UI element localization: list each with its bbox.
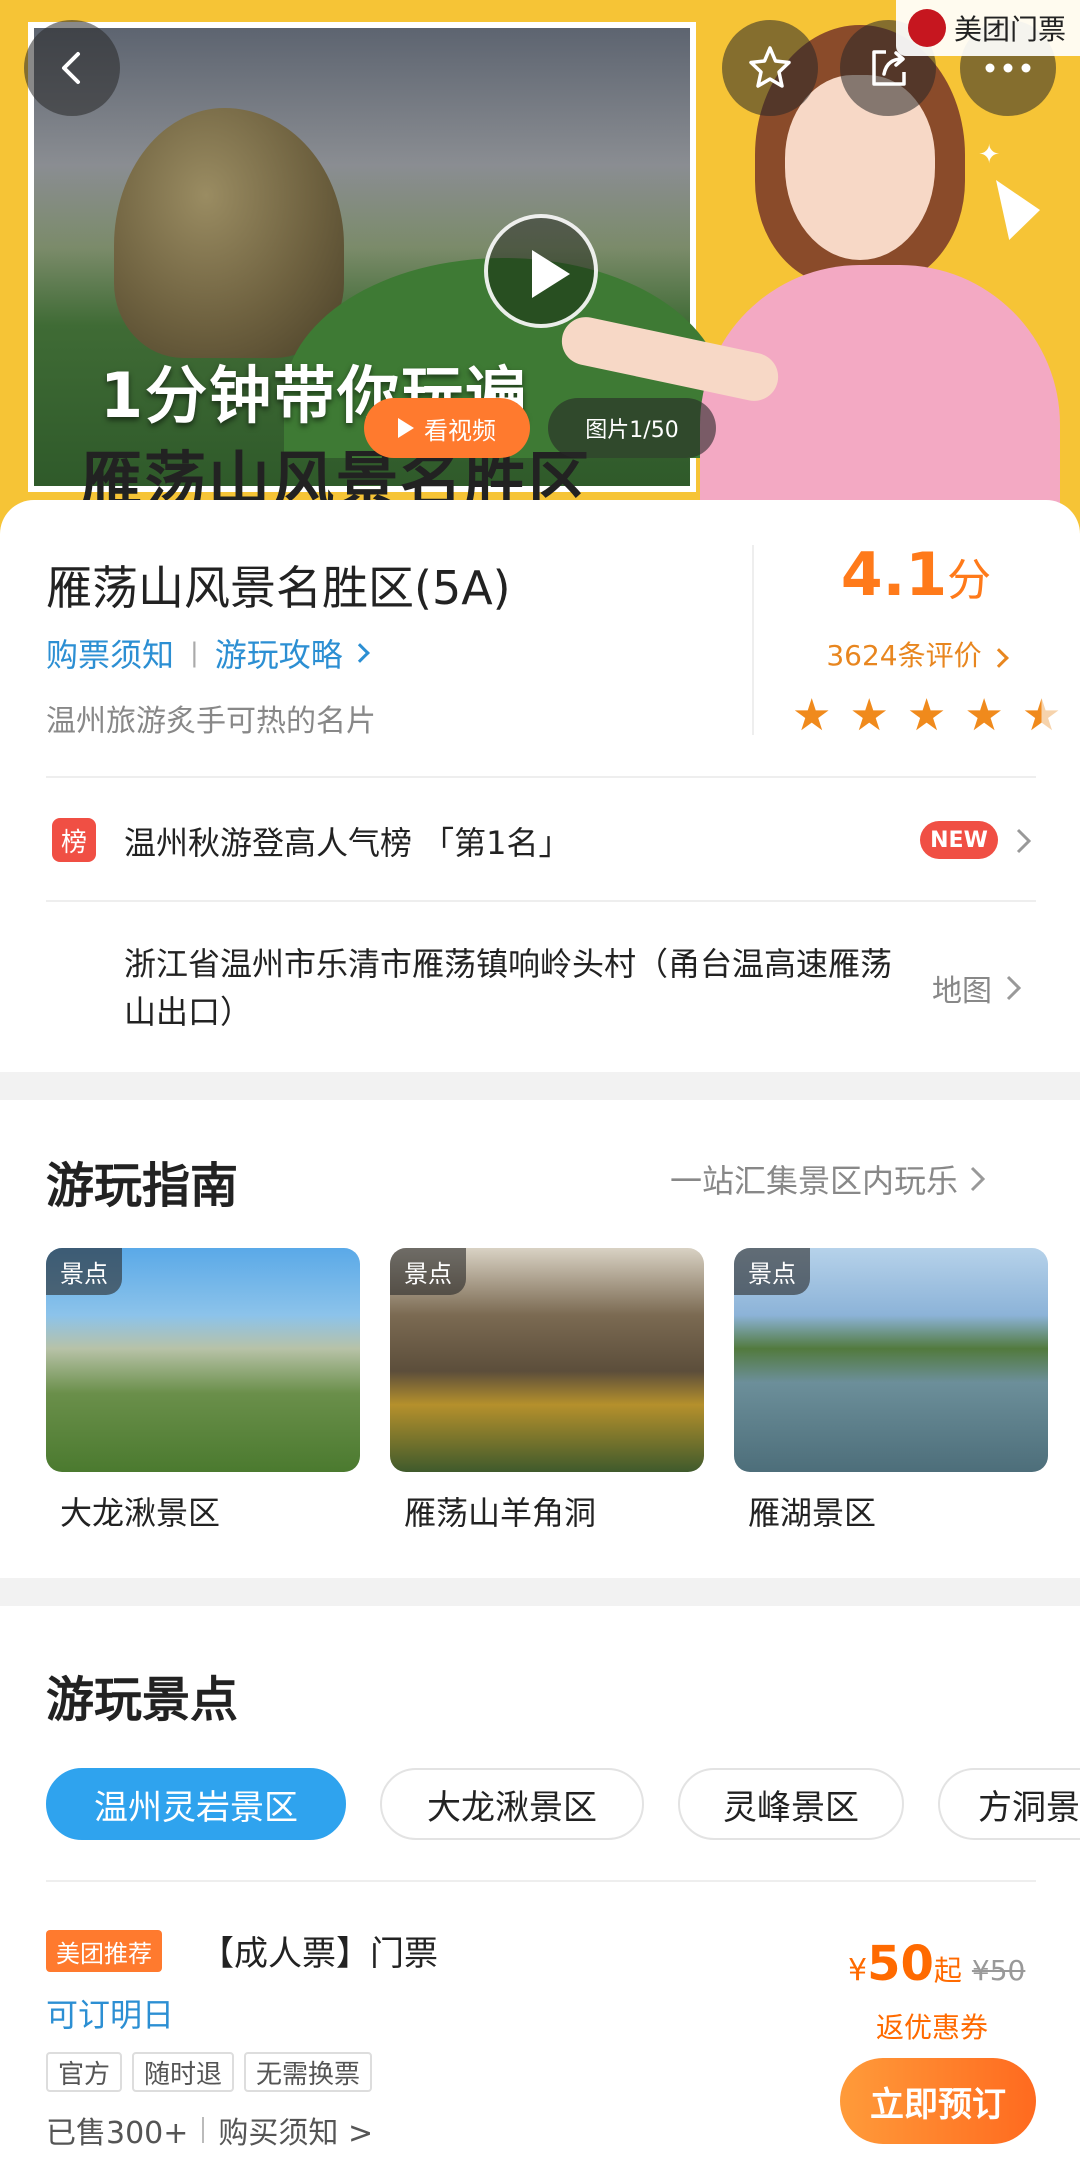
guide-card-image: 景点 <box>734 1248 1048 1472</box>
back-button[interactable] <box>24 20 120 116</box>
address-text[interactable]: 浙江省温州市乐清市雁荡镇响岭头村（甬台温高速雁荡山出口） <box>124 940 904 1036</box>
coupon-text: 返优惠券 <box>876 2011 989 2044</box>
new-badge: NEW <box>920 821 998 859</box>
book-now-button[interactable]: 立即预订 <box>840 2058 1036 2144</box>
quick-links: 购票须知 | 游玩攻略 <box>46 630 370 676</box>
guide-card-name: 雁荡山羊角洞 <box>404 1494 597 1532</box>
chevron-right-icon <box>970 1166 986 1192</box>
more-dots-icon <box>985 63 1031 73</box>
spots-title: 游玩景点 <box>46 1672 239 1728</box>
ticket-price: ¥ 50 起 ¥50 <box>848 1936 1026 1992</box>
guide-card-tag: 景点 <box>390 1248 466 1295</box>
original-price: ¥50 <box>971 1954 1026 1987</box>
chevron-right-icon <box>349 643 370 663</box>
guide-card-tag: 景点 <box>46 1248 122 1295</box>
guide-card-tag: 景点 <box>734 1248 810 1295</box>
guide-card-image: 景点 <box>46 1248 360 1472</box>
guide-card[interactable]: 景点 雁荡山羊角洞 <box>390 1248 704 1534</box>
ticket-tag: 无需换票 <box>244 2052 373 2092</box>
guide-card-name: 大龙湫景区 <box>60 1494 221 1532</box>
brand-watermark: 美团门票 <box>895 0 1080 56</box>
play-icon[interactable] <box>484 214 598 328</box>
ticket-tag: 随时退 <box>132 2052 235 2092</box>
spot-chip[interactable]: 大龙湫景区 <box>380 1768 644 1840</box>
play-guide-link[interactable]: 游玩攻略 <box>215 630 343 676</box>
play-small-icon <box>398 418 414 438</box>
guide-title: 游玩指南 <box>46 1158 239 1214</box>
star-icon: ★ <box>964 690 1004 741</box>
divider: | <box>190 638 199 668</box>
divider <box>46 900 1036 902</box>
chevron-left-icon <box>62 52 80 84</box>
photo-counter[interactable]: 图片1/50 <box>548 398 716 458</box>
guide-card-image: 景点 <box>390 1248 704 1472</box>
sold-count: 已售300+ <box>46 2116 189 2151</box>
slogan: 温州旅游炙手可热的名片 <box>46 704 376 739</box>
spot-chip[interactable]: 方洞景 <box>938 1768 1080 1840</box>
hero-banner[interactable]: 1分钟带你玩遍 雁荡山风景名胜区 ✦ 看视频 图片1/50 美团门票 <box>0 0 1080 540</box>
scenic-detail-page: 1分钟带你玩遍 雁荡山风景名胜区 ✦ 看视频 图片1/50 美团门票 雁荡山风景… <box>0 0 1080 2157</box>
rating-stars: ★ ★ ★ ★ ★ <box>792 690 1061 741</box>
reviews-link[interactable]: 3624条评价 <box>752 634 1080 674</box>
half-star-icon: ★ <box>1021 690 1062 741</box>
sold-info: 已售300+ 购买须知 > <box>46 2108 373 2152</box>
recommend-badge: 美团推荐 <box>46 1930 162 1972</box>
divider <box>202 2117 205 2143</box>
chevron-right-icon <box>988 648 1009 668</box>
map-link[interactable]: 地图 <box>932 966 1024 1010</box>
star-icon: ★ <box>849 690 889 741</box>
ticket-notice-link[interactable]: 购票须知 <box>46 630 174 676</box>
divider <box>46 1880 1036 1882</box>
rank-icon: 榜 <box>52 818 96 862</box>
divider <box>46 776 1036 778</box>
guide-card[interactable]: 景点 大龙湫景区 <box>46 1248 360 1534</box>
favorite-button[interactable] <box>722 20 818 116</box>
rank-link[interactable]: 温州秋游登高人气榜 「第1名」 <box>124 818 571 864</box>
meituan-logo-icon <box>907 9 946 47</box>
spot-chip[interactable]: 温州灵岩景区 <box>46 1768 346 1840</box>
rating-score: 4.1分 <box>840 540 992 610</box>
chevron-right-icon[interactable] <box>1014 826 1034 856</box>
ticket-tags: 官方 随时退 无需换票 <box>46 2052 373 2092</box>
watch-video-button[interactable]: 看视频 <box>364 398 530 458</box>
ticket-name[interactable]: 【成人票】门票 <box>200 1926 438 1975</box>
spot-chip[interactable]: 灵峰景区 <box>678 1768 904 1840</box>
star-icon: ★ <box>906 690 947 741</box>
guide-card-name: 雁湖景区 <box>748 1494 877 1532</box>
star-outline-icon <box>749 46 791 88</box>
purchase-notice-link[interactable]: 购买须知 > <box>218 2108 373 2152</box>
star-icon: ★ <box>792 690 832 741</box>
guide-card[interactable]: 景点 雁湖景区 <box>734 1248 1048 1534</box>
guide-more-link[interactable]: 一站汇集景区内玩乐 <box>670 1156 988 1202</box>
chevron-right-icon <box>1006 975 1022 1001</box>
page-title: 雁荡山风景名胜区(5A) <box>46 561 511 615</box>
bookable-text: 可订明日 <box>46 1996 175 2034</box>
sparkle-icon: ✦ <box>978 140 1000 170</box>
ticket-tag: 官方 <box>46 2052 123 2092</box>
